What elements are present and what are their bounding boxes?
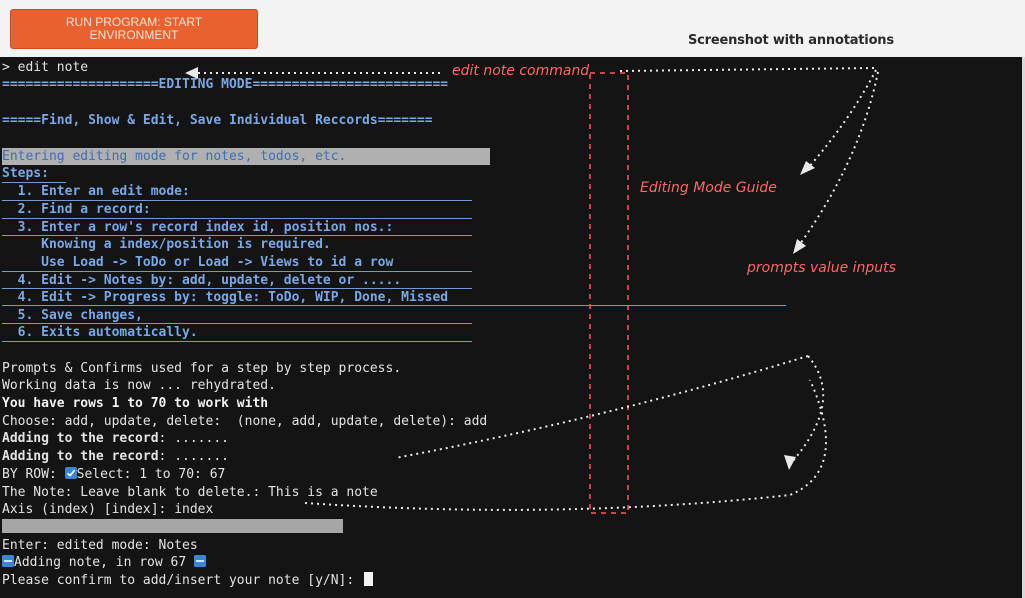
choose-prompt: Choose: add, update, delete: (none, add,… [2,414,464,429]
new-badge-icon [2,555,14,567]
adding-line: Adding to the record: ....... [2,448,229,465]
axis-line: Axis (index) [index]: index [2,501,213,518]
step-item: 2. Find a record: [2,202,151,217]
find-banner: =====Find, Show & Edit, Save Individual … [2,113,433,128]
annotation-edit-note-command: edit note command [452,63,590,79]
byrow-prompt: Select: 1 to 70: [76,467,210,482]
note-value: This is a note [268,485,378,500]
byrow-value: 67 [209,467,226,482]
prompts-line: Prompts & Confirms used for a step by st… [2,361,402,376]
choose-line: Choose: add, update, delete: (none, add,… [2,413,487,430]
step-item: 3. Enter a row's record index id, positi… [2,220,394,235]
run-button-line2: ENVIRONMENT [89,28,179,42]
adding-note-text: Adding note, in row 67 [14,555,195,570]
adding-label: Adding to the record [2,449,159,464]
screenshot-caption: Screenshot with annotations [688,33,894,48]
run-program-button[interactable]: RUN PROGRAM: START ENVIRONMENT [10,9,258,49]
step-item: 1. Enter an edit mode: [2,184,190,199]
confirm-line: Please confirm to add/insert your note [… [2,572,374,589]
adding-suffix: : ....... [158,431,229,446]
step-item: 4. Edit -> Progress by: toggle: ToDo, WI… [2,290,449,305]
byrow-prefix: BY ROW: [2,467,65,482]
editing-mode-banner: ====================EDITING MODE========… [2,77,449,92]
axis-value: index [174,502,214,517]
annotation-prompts-value-inputs: prompts value inputs [747,260,896,276]
entered-line: Enter: edited mode: Notes [2,538,198,553]
step-item: Use Load -> ToDo or Load -> Views to id … [2,255,394,270]
adding-line: Adding to the record: ....... [2,430,229,447]
choose-value: add [463,414,488,429]
annotation-editing-mode-guide: Editing Mode Guide [640,180,777,196]
working-line: Working data is now ... rehydrated. [2,378,276,393]
step-item: Knowing a index/position is required. [2,237,331,252]
adding-note-line: Adding note, in row 67 [2,554,207,571]
checkmark-icon [64,467,77,479]
adding-label: Adding to the record [2,431,159,446]
rows-line: You have rows 1 to 70 to work with [2,396,269,411]
step-divider [2,305,786,306]
note-prompt: The Note: Leave blank to delete.: [2,485,269,500]
byrow-line: BY ROW: Select: 1 to 70: 67 [2,466,225,483]
step-item: 4. Edit -> Notes by: add, update, delete… [2,273,402,288]
step-divider [2,341,472,342]
step-item: 6. Exits automatically. [2,325,198,340]
top-toolbar: RUN PROGRAM: START ENVIRONMENT Screensho… [0,0,1025,57]
note-line: The Note: Leave blank to delete.: This i… [2,484,378,501]
steps-label: Steps: [2,166,49,181]
entering-line: Entering editing mode for notes, todos, … [2,148,490,165]
new-badge-icon [194,555,207,567]
text-cursor[interactable] [364,572,374,586]
adding-suffix: : ....... [158,449,229,464]
axis-prompt: Axis (index) [index]: [2,502,175,517]
progress-bar [2,519,343,533]
step-item: 5. Save changes, [2,308,143,323]
confirm-prompt: Please confirm to add/insert your note [… [2,573,363,588]
command-line: > edit note [2,60,89,75]
